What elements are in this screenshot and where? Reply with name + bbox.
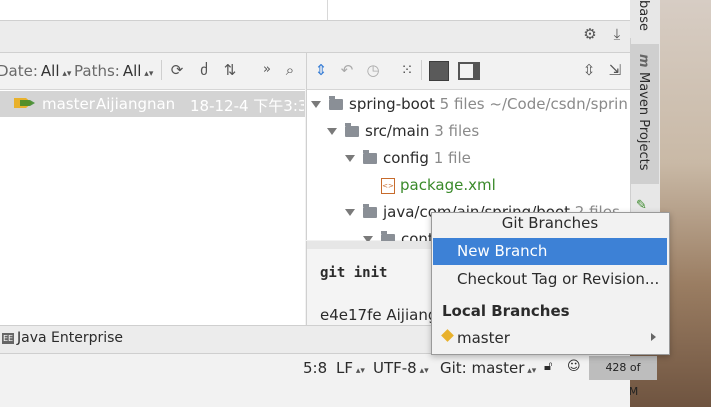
tree-node-label: config bbox=[383, 149, 429, 167]
folder-icon bbox=[345, 123, 359, 137]
date-filter-label: Date: bbox=[0, 62, 38, 80]
paths-filter-label: Paths: bbox=[74, 62, 120, 80]
tree-node[interactable]: spring-boot 5 files ~/Code/csdn/sprin bbox=[311, 93, 628, 115]
undo-icon[interactable]: ↶ bbox=[338, 60, 356, 80]
lock-icon[interactable]: 🔓︎ bbox=[544, 359, 552, 374]
search-icon[interactable]: ⌕ bbox=[281, 60, 299, 80]
folder-icon bbox=[363, 150, 377, 164]
ant-build-icon[interactable]: ✎ bbox=[636, 198, 650, 213]
branch-tag-icon bbox=[14, 98, 35, 108]
tree-node-count: 5 files bbox=[439, 95, 485, 113]
java-enterprise-icon: EE bbox=[2, 333, 14, 344]
folder-icon bbox=[329, 96, 343, 110]
more-icon[interactable]: » bbox=[258, 60, 276, 80]
version-control-panel-header bbox=[0, 21, 630, 53]
new-branch-label: New Branch bbox=[457, 242, 548, 260]
date-filter-value: All bbox=[40, 62, 60, 80]
tree-node[interactable]: src/main 3 files bbox=[327, 120, 479, 142]
line-separator-label: LF bbox=[336, 359, 353, 377]
git-branch-label: Git: master bbox=[440, 359, 525, 377]
database-tab[interactable]: base bbox=[630, 0, 659, 38]
maven-tab-label: Maven Projects bbox=[636, 72, 651, 171]
maven-icon: m bbox=[636, 54, 651, 68]
commit-branch: master bbox=[42, 95, 95, 113]
tree-node[interactable]: config 1 file bbox=[345, 147, 471, 169]
xml-file-icon: <> bbox=[381, 177, 395, 194]
expand-collapse-icon[interactable]: ⇕ bbox=[312, 60, 330, 80]
toolbar-separator bbox=[421, 60, 422, 80]
hide-panel-icon[interactable]: ⤓ bbox=[609, 26, 625, 42]
submenu-arrow-icon bbox=[651, 333, 656, 341]
tree-node-count: 3 files bbox=[434, 122, 480, 140]
tree-node-label: package.xml bbox=[400, 176, 496, 194]
history-icon[interactable]: ◷ bbox=[364, 60, 382, 80]
expand-arrow-icon bbox=[345, 209, 355, 216]
editor-area bbox=[0, 0, 630, 21]
expand-all-icon[interactable]: ⇳ bbox=[580, 60, 598, 80]
line-separator[interactable]: LF ▴▾ bbox=[336, 359, 365, 377]
commit-message: git init bbox=[320, 265, 388, 281]
group-by-icon[interactable]: ⁙ bbox=[398, 60, 416, 80]
collapse-all-icon[interactable]: ⇲ bbox=[606, 60, 624, 80]
maven-projects-tab[interactable]: m Maven Projects bbox=[630, 44, 659, 184]
paths-filter-value: All bbox=[122, 62, 142, 80]
refresh-icon[interactable]: ⟳ bbox=[168, 60, 186, 80]
memory-indicator[interactable]: 428 of 725M bbox=[589, 356, 657, 398]
commit-hash-line: e4e17fe Aijiang bbox=[320, 306, 438, 324]
sort-icon[interactable]: ⇅ bbox=[221, 60, 239, 80]
date-filter[interactable]: Date: All ▴▾ bbox=[0, 62, 71, 80]
local-branch-item[interactable]: master bbox=[457, 329, 510, 347]
database-tab-label: base bbox=[636, 0, 651, 31]
tree-node-label: spring-boot bbox=[349, 95, 435, 113]
gear-icon[interactable]: ⚙ bbox=[582, 26, 598, 42]
git-branch-widget[interactable]: Git: master ▴▾ bbox=[440, 359, 536, 377]
inspector-icon[interactable]: ☺ bbox=[567, 359, 581, 374]
cherry-pick-icon[interactable]: ძ bbox=[195, 60, 213, 80]
tree-node-path: ~/Code/csdn/sprin bbox=[489, 95, 628, 113]
commit-author: Aijiangnan bbox=[96, 95, 176, 113]
expand-arrow-icon bbox=[345, 155, 355, 162]
commit-date: 18-12-4 下午3:3 bbox=[190, 97, 304, 115]
commit-log-list bbox=[0, 90, 305, 325]
local-branches-header: Local Branches bbox=[442, 302, 570, 320]
caret-position[interactable]: 5:8 bbox=[303, 359, 327, 377]
expand-arrow-icon bbox=[327, 128, 337, 135]
layout-icon[interactable] bbox=[458, 62, 480, 80]
tree-node-label: src/main bbox=[365, 122, 430, 140]
file-encoding-label: UTF-8 bbox=[373, 359, 417, 377]
expand-arrow-icon bbox=[311, 101, 321, 108]
paths-filter[interactable]: Paths: All ▴▾ bbox=[74, 62, 153, 80]
tree-node-count: 1 file bbox=[433, 149, 471, 167]
toolbar-separator bbox=[161, 60, 162, 80]
java-enterprise-tab[interactable]: Java Enterprise bbox=[17, 330, 123, 346]
popup-title: Git Branches bbox=[501, 214, 599, 232]
checkout-tag-item[interactable]: Checkout Tag or Revision... bbox=[457, 270, 659, 288]
preview-diff-icon[interactable] bbox=[429, 61, 449, 81]
file-encoding[interactable]: UTF-8 ▴▾ bbox=[373, 359, 429, 377]
tree-node[interactable]: <> package.xml bbox=[381, 174, 496, 196]
folder-icon bbox=[363, 204, 377, 218]
window-bottom-edge bbox=[0, 383, 630, 407]
